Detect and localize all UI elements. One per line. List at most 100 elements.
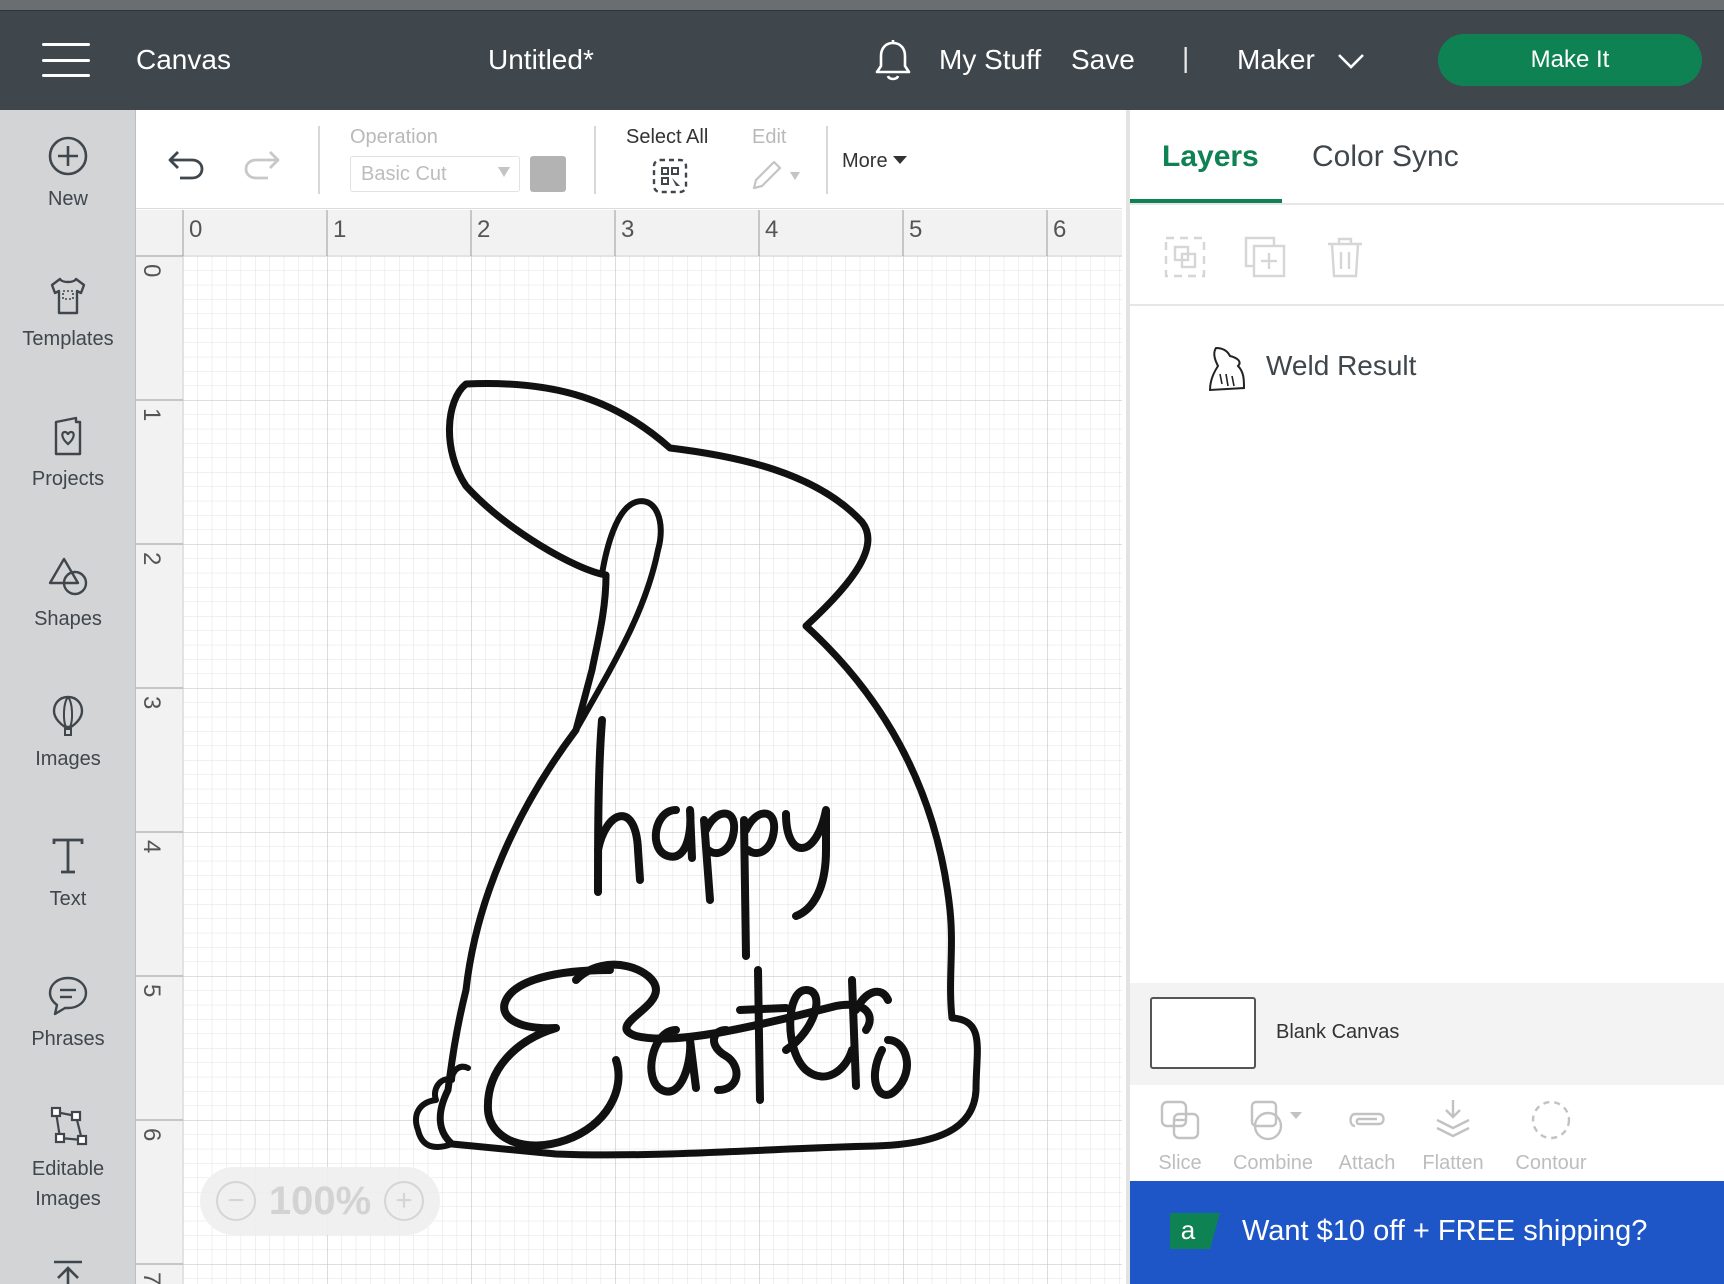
redo-icon[interactable]	[242, 146, 282, 182]
speech-bubble-icon	[48, 976, 88, 1016]
combine-icon	[1250, 1100, 1302, 1141]
sidebar-item-upload[interactable]	[0, 1256, 135, 1284]
ruler-top-label: 3	[621, 216, 634, 243]
ruler-top-label: 1	[333, 216, 346, 243]
duplicate-icon[interactable]	[1242, 234, 1288, 280]
ruler-left-label: 2	[138, 552, 165, 565]
select-all-icon[interactable]	[650, 156, 690, 196]
more-label: More	[842, 150, 888, 172]
tool-label: Combine	[1232, 1152, 1314, 1174]
promo-badge-letter: a	[1181, 1215, 1196, 1245]
promo-badge-icon: a	[1170, 1213, 1220, 1249]
ruler-left-label: 3	[138, 696, 165, 709]
app-name: Canvas	[136, 44, 231, 75]
sidebar-item-images[interactable]: Images	[0, 694, 135, 774]
edit-toolbar: Operation Basic Cut Select All Edit More	[136, 110, 1122, 209]
zoom-level: 100%	[268, 1178, 372, 1223]
ruler-left-label: 1	[138, 408, 165, 421]
shapes-icon	[48, 557, 88, 596]
ruler-left-label: 0	[138, 264, 165, 277]
sidebar-item-text[interactable]: Text	[0, 834, 135, 914]
tool-label: Slice	[1158, 1152, 1202, 1174]
chevron-down-icon[interactable]	[1336, 51, 1366, 71]
pencil-icon[interactable]	[748, 156, 804, 192]
combine-button[interactable]: Combine	[1228, 1098, 1318, 1175]
bell-icon[interactable]	[872, 39, 914, 83]
zoom-out-button[interactable]: −	[216, 1181, 256, 1221]
design-canvas[interactable]: 0 1 2 3 4 5 6 0 1 2 3 4 5 6 7 − 100% +	[136, 210, 1122, 1284]
plus-circle-icon	[48, 136, 88, 176]
balloon-icon	[52, 695, 84, 736]
paperclip-icon	[1349, 1112, 1385, 1128]
tab-layers[interactable]: Layers	[1162, 140, 1259, 174]
layer-tools-divider	[1130, 304, 1724, 306]
sidebar-item-label: Phrases	[31, 1028, 105, 1050]
sidebar-item-projects[interactable]: Projects	[0, 414, 135, 494]
sidebar-item-label: Shapes	[34, 608, 102, 630]
sidebar-item-editable-images[interactable]: Editable Images	[0, 1104, 135, 1214]
editable-image-icon	[50, 1106, 88, 1146]
slice-icon	[1160, 1100, 1200, 1140]
blank-canvas-label: Blank Canvas	[1276, 1021, 1400, 1043]
operation-color-swatch[interactable]	[530, 156, 566, 192]
layer-item[interactable]: Weld Result	[1130, 330, 1724, 406]
blank-canvas-swatch[interactable]	[1150, 997, 1256, 1069]
document-title[interactable]: Untitled*	[488, 44, 594, 76]
tool-label: Flatten	[1422, 1152, 1484, 1174]
sidebar-item-phrases[interactable]: Phrases	[0, 974, 135, 1054]
promo-banner[interactable]: a Want $10 off + FREE shipping?	[1130, 1181, 1724, 1284]
sidebar-item-label: Images	[35, 748, 101, 770]
my-stuff-link[interactable]: My Stuff	[939, 44, 1041, 76]
hamburger-menu-icon[interactable]	[42, 43, 90, 77]
ruler-left-label: 4	[138, 840, 165, 853]
tshirt-icon	[50, 277, 86, 315]
flatten-button[interactable]: Flatten	[1418, 1098, 1488, 1175]
attach-button[interactable]: Attach	[1334, 1098, 1400, 1175]
save-button[interactable]: Save	[1071, 44, 1135, 76]
more-menu-button[interactable]: More	[842, 150, 907, 173]
sidebar-item-templates[interactable]: Templates	[0, 274, 135, 354]
operation-label: Operation	[350, 126, 438, 148]
caret-down-icon	[498, 167, 510, 177]
blank-canvas-row: Blank Canvas	[1130, 983, 1724, 1085]
undo-icon[interactable]	[166, 146, 206, 182]
upload-icon	[54, 1260, 82, 1284]
ruler-top-label: 5	[909, 216, 922, 243]
toolbar-divider	[594, 126, 596, 194]
operation-value: Basic Cut	[361, 163, 447, 185]
slice-button[interactable]: Slice	[1152, 1098, 1208, 1175]
toolbar-divider	[826, 126, 828, 194]
ruler-top-label: 6	[1053, 216, 1066, 243]
ruler-left-label: 6	[138, 1128, 165, 1141]
top-header: Canvas Untitled* My Stuff Save | Maker M…	[0, 11, 1724, 110]
sidebar-item-shapes[interactable]: Shapes	[0, 554, 135, 634]
sidebar-item-label: New	[47, 188, 88, 210]
zoom-in-button[interactable]: +	[384, 1181, 424, 1221]
contour-button[interactable]: Contour	[1512, 1098, 1590, 1175]
caret-down-icon	[892, 156, 907, 164]
sidebar-item-label: Editable	[31, 1158, 105, 1180]
group-icon[interactable]	[1162, 234, 1208, 280]
tab-color-sync[interactable]: Color Sync	[1312, 140, 1459, 174]
edit-label: Edit	[752, 126, 787, 148]
delete-icon[interactable]	[1322, 234, 1368, 280]
bunny-thumbnail-icon	[1208, 346, 1246, 392]
sidebar-item-label: Projects	[31, 468, 105, 490]
machine-selector[interactable]: Maker	[1237, 44, 1315, 76]
sidebar-item-label-line2: Images	[35, 1188, 101, 1210]
promo-text: Want $10 off + FREE shipping?	[1242, 1215, 1648, 1247]
left-sidebar: New Templates Projects Shapes Images Tex…	[0, 110, 136, 1284]
operation-select[interactable]: Basic Cut	[350, 156, 520, 192]
tab-divider	[1130, 203, 1724, 205]
sidebar-item-new[interactable]: New	[0, 134, 135, 214]
header-separator: |	[1182, 42, 1190, 73]
tool-label: Attach	[1338, 1152, 1396, 1174]
layer-action-toolbar: Slice Combine Attach Flatten Contour	[1130, 1088, 1724, 1188]
select-all-label: Select All	[626, 126, 709, 148]
layer-name: Weld Result	[1266, 350, 1417, 381]
window-top-strip	[0, 0, 1724, 11]
zoom-control: − 100% +	[200, 1167, 440, 1235]
sidebar-item-label: Templates	[22, 328, 114, 350]
canvas-grid: 0 1 2 3 4 5 6 0 1 2 3 4 5 6 7	[136, 210, 1122, 1284]
make-it-button[interactable]: Make It	[1438, 34, 1702, 86]
